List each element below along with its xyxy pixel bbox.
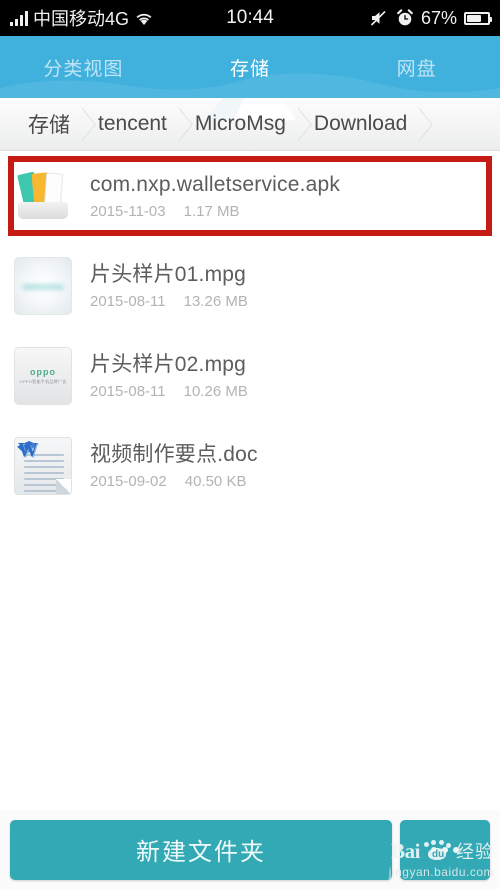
signal-bars-icon <box>10 10 28 26</box>
video-thumbnail-oppo-icon: oppo OPPO智能手机品牌广告 <box>14 347 72 405</box>
status-bar-right: 67% <box>370 7 492 29</box>
file-row-doc[interactable]: W 视频制作要点.doc 2015-09-02 40.50 KB <box>0 421 500 511</box>
file-size: 13.26 MB <box>183 293 248 311</box>
more-dots-icon <box>431 846 459 853</box>
file-meta: 片头样片01.mpg 2015-08-11 13.26 MB <box>90 262 248 310</box>
breadcrumb-bar: 存储 tencent MicroMsg Download <box>0 98 500 151</box>
breadcrumb-item-download[interactable]: Download <box>300 98 421 150</box>
file-row-video-02[interactable]: oppo OPPO智能手机品牌广告 片头样片02.mpg 2015-08-11 … <box>0 331 500 421</box>
file-name: 视频制作要点.doc <box>90 442 258 466</box>
word-document-icon: W <box>14 437 72 495</box>
file-date: 2015-11-03 <box>90 203 166 221</box>
oppo-logo-text: oppo <box>30 367 56 377</box>
file-date: 2015-09-02 <box>90 473 167 491</box>
bottom-action-bar: 新建文件夹 <box>0 810 500 889</box>
file-info: 2015-09-02 40.50 KB <box>90 473 258 490</box>
tab-netdisk[interactable]: 网盘 <box>333 54 500 81</box>
file-meta: 片头样片02.mpg 2015-08-11 10.26 MB <box>90 352 248 400</box>
breadcrumb-item-micromsg[interactable]: MicroMsg <box>181 98 300 150</box>
apk-card-icon <box>14 167 72 225</box>
breadcrumb: 存储 tencent MicroMsg Download <box>0 98 421 150</box>
tab-category-view[interactable]: 分类视图 <box>0 54 167 81</box>
breadcrumb-item-storage[interactable]: 存储 <box>14 98 84 150</box>
alarm-icon <box>397 9 413 26</box>
file-name: 片头样片02.mpg <box>90 352 247 376</box>
file-date: 2015-08-11 <box>90 383 166 401</box>
file-size: 1.17 MB <box>183 203 240 221</box>
file-size: 10.26 MB <box>183 383 248 401</box>
breadcrumb-item-tencent[interactable]: tencent <box>84 98 181 150</box>
status-bar-left: 中国移动4G <box>10 5 154 31</box>
app-header: 分类视图 存储 网盘 <box>0 36 500 98</box>
file-meta: 视频制作要点.doc 2015-09-02 40.50 KB <box>90 442 258 490</box>
file-name: 片头样片01.mpg <box>90 262 247 286</box>
file-meta: com.nxp.walletservice.apk 2015-11-03 1.1… <box>90 172 340 220</box>
file-row-video-01[interactable]: 片头样片01.mpg 2015-08-11 13.26 MB <box>0 241 500 331</box>
status-bar: 中国移动4G 10:44 67% <box>0 0 500 36</box>
new-folder-button[interactable]: 新建文件夹 <box>10 819 392 880</box>
battery-icon <box>464 11 492 25</box>
file-info: 2015-11-03 1.17 MB <box>90 203 340 220</box>
carrier-label: 中国移动4G <box>33 9 130 29</box>
file-info: 2015-08-11 10.26 MB <box>90 383 248 400</box>
phone-screen: 中国移动4G 10:44 67% 分类视图 存储 网盘 存储 tencent M… <box>0 0 500 889</box>
file-size: 40.50 KB <box>184 473 247 491</box>
header-tabs: 分类视图 存储 网盘 <box>0 36 500 98</box>
mute-icon <box>370 10 386 26</box>
more-options-button[interactable] <box>400 819 490 880</box>
file-row-apk[interactable]: com.nxp.walletservice.apk 2015-11-03 1.1… <box>0 151 500 241</box>
file-list: com.nxp.walletservice.apk 2015-11-03 1.1… <box>0 151 500 511</box>
battery-percent-label: 67% <box>420 7 457 28</box>
file-date: 2015-08-11 <box>90 293 166 311</box>
video-thumbnail-icon <box>14 257 72 315</box>
oppo-subtext: OPPO智能手机品牌广告 <box>19 379 67 384</box>
file-name: com.nxp.walletservice.apk <box>90 172 341 196</box>
tab-storage[interactable]: 存储 <box>167 54 334 81</box>
wifi-icon <box>136 13 152 25</box>
file-info: 2015-08-11 13.26 MB <box>90 293 248 310</box>
